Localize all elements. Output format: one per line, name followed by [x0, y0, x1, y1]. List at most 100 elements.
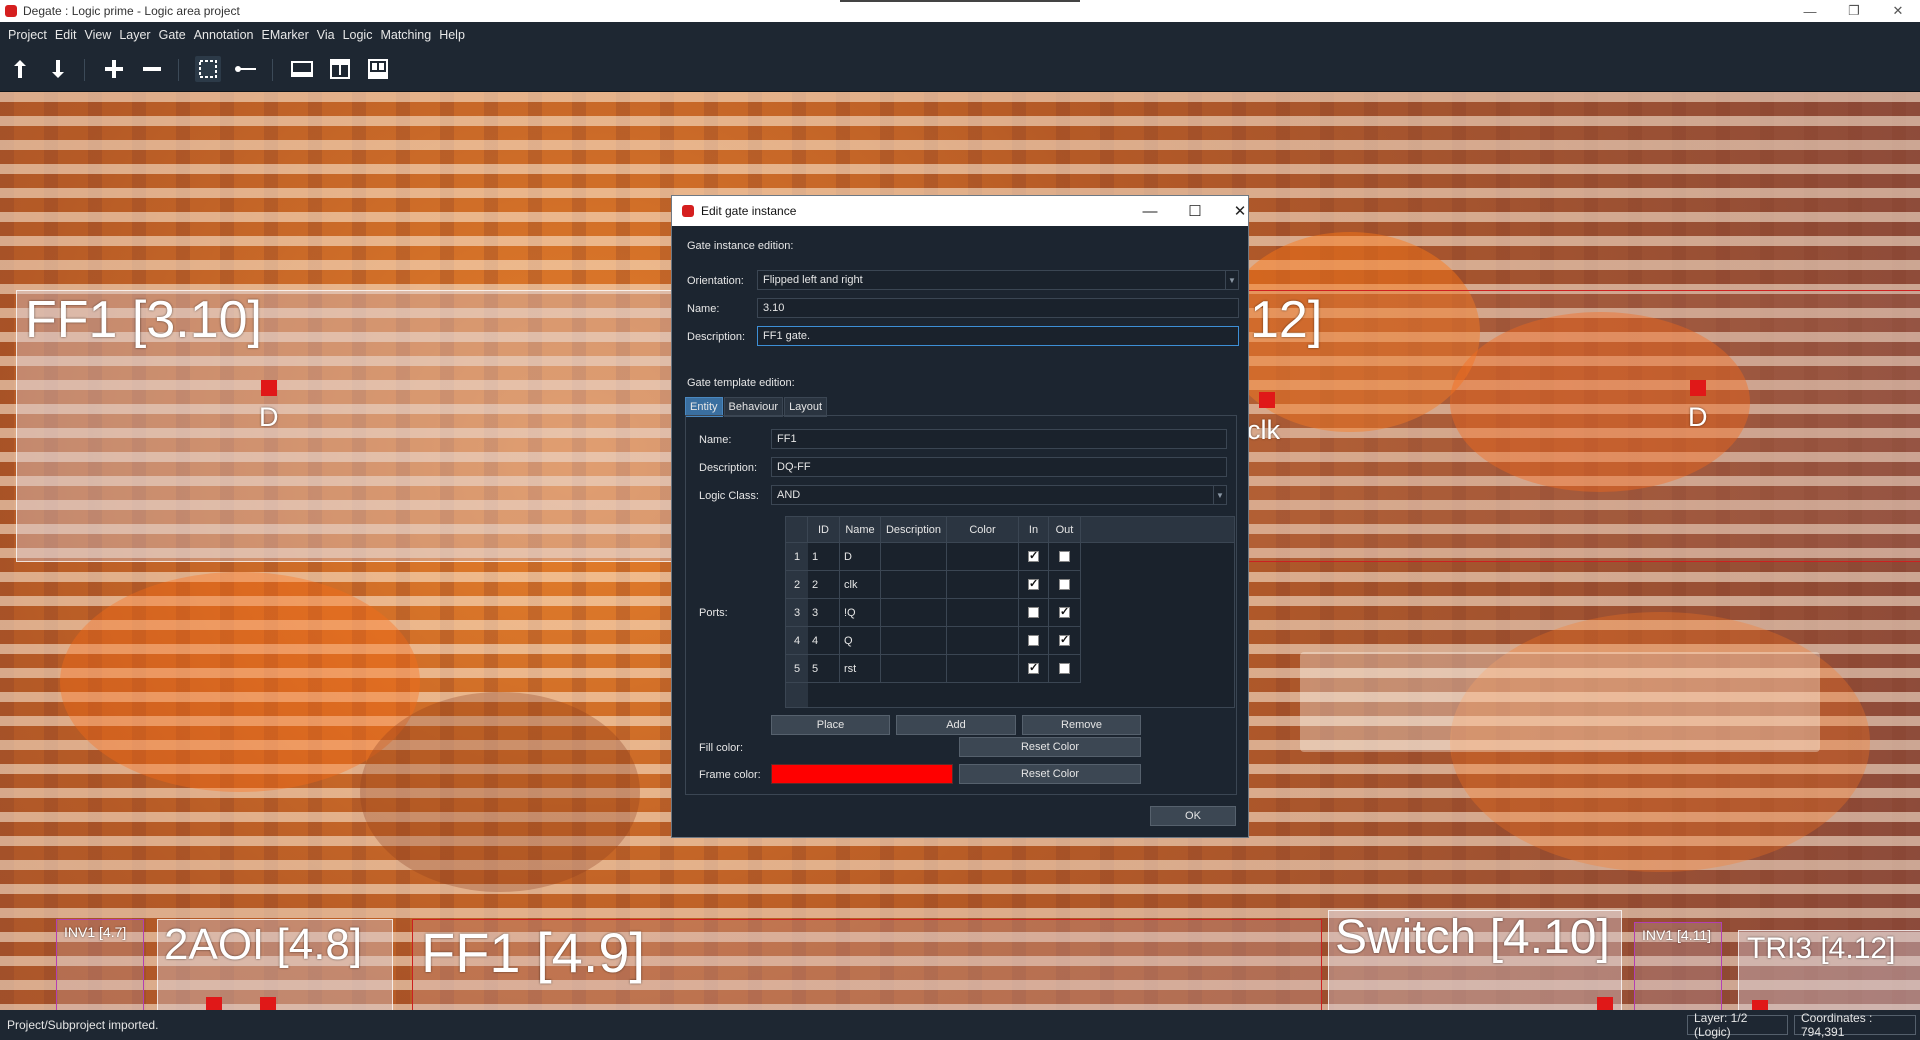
port-description[interactable]: [881, 599, 947, 627]
port-color[interactable]: [947, 627, 1019, 655]
orientation-select[interactable]: Flipped left and right ▼: [757, 270, 1239, 290]
menu-gate[interactable]: Gate: [155, 28, 190, 42]
logic-class-value: AND: [777, 489, 801, 501]
in-checkbox[interactable]: [1028, 607, 1039, 618]
out-checkbox[interactable]: [1059, 663, 1070, 674]
menu-layer[interactable]: Layer: [115, 28, 154, 42]
gate-partial-right[interactable]: [1220, 290, 1920, 562]
tab-behaviour[interactable]: Behaviour: [723, 397, 784, 417]
logic-class-select[interactable]: AND ▼: [771, 485, 1227, 505]
in-checkbox[interactable]: [1028, 661, 1039, 674]
column-header-id[interactable]: ID: [808, 517, 840, 543]
out-checkbox[interactable]: [1059, 605, 1070, 618]
menu-view[interactable]: View: [80, 28, 115, 42]
in-checkbox[interactable]: [1028, 549, 1039, 562]
row-header[interactable]: 5: [786, 655, 808, 683]
minimize-icon[interactable]: —: [1788, 0, 1832, 22]
gate-layout-icon[interactable]: [365, 56, 391, 82]
menu-via[interactable]: Via: [313, 28, 339, 42]
port-name[interactable]: !Q: [840, 599, 881, 627]
port-marker[interactable]: [1690, 380, 1706, 396]
reset-fill-color-button[interactable]: Reset Color: [959, 737, 1141, 757]
layer-down-icon[interactable]: [45, 56, 71, 82]
port-color[interactable]: [947, 655, 1019, 683]
column-header-in[interactable]: In: [1019, 517, 1049, 543]
entity-tab-pane: Name: FF1 Description: DQ-FF Logic Class…: [685, 415, 1237, 795]
row-header[interactable]: 4: [786, 627, 808, 655]
port-description[interactable]: [881, 543, 947, 571]
instance-description-field[interactable]: FF1 gate.: [757, 326, 1239, 346]
port-description[interactable]: [881, 627, 947, 655]
port-color[interactable]: [947, 571, 1019, 599]
window-titlebar: Degate : Logic prime - Logic area projec…: [0, 0, 1920, 22]
menu-annotation[interactable]: Annotation: [190, 28, 258, 42]
ok-button[interactable]: OK: [1150, 806, 1236, 826]
toolbar: [0, 47, 1920, 92]
area-selection-icon[interactable]: [195, 56, 221, 82]
port-id[interactable]: 3: [808, 599, 840, 627]
menu-emarker[interactable]: EMarker: [258, 28, 313, 42]
row-header[interactable]: 2: [786, 571, 808, 599]
port-name[interactable]: D: [840, 543, 881, 571]
close-icon[interactable]: ✕: [1876, 0, 1920, 22]
port-marker[interactable]: [261, 380, 277, 396]
port-marker[interactable]: [1752, 1000, 1768, 1010]
menu-matching[interactable]: Matching: [376, 28, 435, 42]
restore-icon[interactable]: ❐: [1832, 0, 1876, 22]
row-header[interactable]: 3: [786, 599, 808, 627]
add-port-button[interactable]: Add: [896, 715, 1016, 735]
column-header-description[interactable]: Description: [881, 517, 947, 543]
frame-color-swatch[interactable]: [771, 764, 953, 784]
menu-edit[interactable]: Edit: [51, 28, 81, 42]
port-marker[interactable]: [1259, 392, 1275, 408]
place-port-button[interactable]: Place: [771, 715, 890, 735]
port-marker[interactable]: [206, 997, 222, 1010]
out-checkbox[interactable]: [1059, 633, 1070, 646]
row-header[interactable]: 1: [786, 543, 808, 571]
close-icon[interactable]: ✕: [1225, 200, 1255, 222]
texture: [1300, 652, 1820, 752]
in-checkbox[interactable]: [1028, 635, 1039, 646]
out-checkbox[interactable]: [1059, 579, 1070, 590]
port-id[interactable]: 2: [808, 571, 840, 599]
menu-project[interactable]: Project: [4, 28, 51, 42]
column-header-name[interactable]: Name: [840, 517, 881, 543]
column-header-out[interactable]: Out: [1049, 517, 1081, 543]
tab-layout[interactable]: Layout: [784, 397, 828, 417]
template-description-field[interactable]: DQ-FF: [771, 457, 1227, 477]
port-name[interactable]: Q: [840, 627, 881, 655]
port-id[interactable]: 1: [808, 543, 840, 571]
port-color[interactable]: [947, 543, 1019, 571]
instance-name-field[interactable]: 3.10: [757, 298, 1239, 318]
port-id[interactable]: 5: [808, 655, 840, 683]
zoom-in-icon[interactable]: [101, 56, 127, 82]
out-checkbox[interactable]: [1059, 551, 1070, 562]
menu-logic[interactable]: Logic: [339, 28, 377, 42]
port-description[interactable]: [881, 571, 947, 599]
ports-table[interactable]: ID Name Description Color In Out 1 1 D 2…: [785, 516, 1235, 708]
zoom-out-icon[interactable]: [139, 56, 165, 82]
layer-up-icon[interactable]: [7, 56, 33, 82]
remove-port-button[interactable]: Remove: [1022, 715, 1141, 735]
gate-template-icon[interactable]: [327, 56, 353, 82]
template-name-field[interactable]: FF1: [771, 429, 1227, 449]
port-name[interactable]: clk: [840, 571, 881, 599]
menu-help[interactable]: Help: [435, 28, 469, 42]
gate-label: FF1 [4.9]: [421, 921, 646, 984]
wire-tool-icon[interactable]: [233, 56, 259, 82]
port-color[interactable]: [947, 599, 1019, 627]
in-checkbox[interactable]: [1028, 577, 1039, 590]
minimize-icon[interactable]: —: [1135, 200, 1165, 222]
port-name[interactable]: rst: [840, 655, 881, 683]
gate-library-icon[interactable]: [289, 56, 315, 82]
maximize-icon[interactable]: ☐: [1180, 200, 1210, 222]
orientation-value: Flipped left and right: [763, 274, 863, 286]
port-description[interactable]: [881, 655, 947, 683]
reset-frame-color-button[interactable]: Reset Color: [959, 764, 1141, 784]
tab-entity[interactable]: Entity: [685, 397, 723, 417]
port-id[interactable]: 4: [808, 627, 840, 655]
column-header-color[interactable]: Color: [947, 517, 1019, 543]
template-section-label: Gate template edition:: [687, 377, 795, 389]
port-marker[interactable]: [260, 997, 276, 1010]
port-marker[interactable]: [1597, 997, 1613, 1010]
